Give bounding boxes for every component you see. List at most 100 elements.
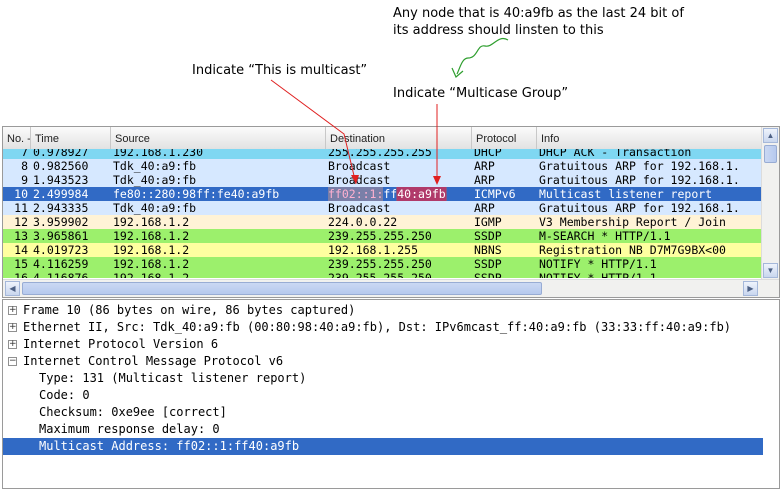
table-cell-destination: 239.255.255.250 <box>328 271 432 278</box>
table-cell-source: 192.168.1.2 <box>113 271 190 278</box>
packet-rows: 7 0.978927 192.168.1.230 255.255.255.255 DHC… <box>3 149 761 278</box>
column-header-source[interactable]: Source <box>111 127 326 149</box>
table-cell-protocol: SSDP <box>474 229 502 243</box>
arrow-up-icon[interactable]: ▲ <box>763 128 778 143</box>
table-cell-destination: Broadcast <box>328 159 391 173</box>
column-header-time[interactable]: Time <box>31 127 111 149</box>
table-row[interactable]: 16 4.116876 192.168.1.2 239.255.255.250 SSDP… <box>3 271 761 278</box>
table-cell-source: Tdk_40:a9:fb <box>113 159 197 173</box>
table-row[interactable]: 15 4.116259 192.168.1.2 239.255.255.250 SSDP… <box>3 257 761 271</box>
table-cell-no: 16 <box>14 271 28 278</box>
table-cell-destination: Broadcast <box>328 173 391 187</box>
packet-list-header: No. - Time Source Destination Protocol I… <box>3 127 761 150</box>
table-cell-time: 4.116259 <box>33 257 89 271</box>
dest-multicast-prefix: ff02::1: <box>328 187 384 201</box>
table-row[interactable]: 14 4.019723 192.168.1.2 192.168.1.255 NBNS Re… <box>3 243 761 257</box>
column-header-destination[interactable]: Destination <box>326 127 472 149</box>
table-cell-source: fe80::280:98ff:fe40:a9fb <box>113 187 280 201</box>
table-row[interactable]: 11 2.943335 Tdk_40:a9:fb Broadcast ARP Gratui… <box>3 201 761 215</box>
table-cell-protocol: ARP <box>474 201 495 215</box>
table-cell-time: 0.978927 <box>33 149 89 159</box>
packet-list-hscrollbar[interactable]: ◀ ▶ <box>3 279 779 297</box>
column-header-no[interactable]: No. - <box>3 127 31 149</box>
detail-line[interactable]: Multicast Address: ff02::1:ff40:a9fb <box>3 438 763 455</box>
table-cell-protocol: SSDP <box>474 257 502 271</box>
arrow-right-icon[interactable]: ▶ <box>743 281 758 296</box>
detail-line[interactable]: + Internet Protocol Version 6 <box>3 336 763 353</box>
minus-icon[interactable]: − <box>8 357 17 366</box>
table-cell-info: Registration NB D7M7G9BX<00 <box>539 243 726 257</box>
table-cell-source: 192.168.1.2 <box>113 229 190 243</box>
table-cell-info: NOTIFY * HTTP/1.1 <box>539 271 657 278</box>
detail-line-text: Type: 131 (Multicast listener report) <box>39 371 307 385</box>
table-cell-time: 4.116876 <box>33 271 89 278</box>
plus-icon[interactable]: + <box>8 323 17 332</box>
packet-detail-pane[interactable]: + Frame 10 (86 bytes on wire, 86 bytes ca… <box>2 299 780 489</box>
table-cell-no: 8 <box>21 159 28 173</box>
detail-line[interactable]: Code: 0 <box>3 387 763 404</box>
plus-icon[interactable]: + <box>8 340 17 349</box>
annotation-group: Indicate “Multicase Group” <box>393 86 569 101</box>
detail-line[interactable]: Maximum response delay: 0 <box>3 421 763 438</box>
table-cell-source: Tdk_40:a9:fb <box>113 173 197 187</box>
table-cell-no: 12 <box>14 215 28 229</box>
detail-line-text: Ethernet II, Src: Tdk_40:a9:fb (00:80:98… <box>23 320 732 334</box>
table-cell-info: Gratuitous ARP for 192.168.1. <box>539 201 740 215</box>
detail-line-text: Maximum response delay: 0 <box>39 422 220 436</box>
table-cell-no: 10 <box>14 187 28 201</box>
detail-line[interactable]: + Ethernet II, Src: Tdk_40:a9:fb (00:80:9… <box>3 319 763 336</box>
table-cell-protocol: IGMP <box>474 215 502 229</box>
vscroll-thumb[interactable] <box>764 145 777 163</box>
detail-line-text: Checksum: 0xe9ee [correct] <box>39 405 227 419</box>
arrow-left-icon[interactable]: ◀ <box>5 281 20 296</box>
detail-line[interactable]: Type: 131 (Multicast listener report) <box>3 370 763 387</box>
table-row[interactable]: 9 1.943523 Tdk_40:a9:fb Broadcast ARP Gratuit… <box>3 173 761 187</box>
table-cell-time: 2.499984 <box>33 187 89 201</box>
table-cell-destination: ff02::1:ff40:a9fb <box>326 187 474 201</box>
table-cell-destination: 239.255.255.250 <box>328 229 432 243</box>
table-cell-source: Tdk_40:a9:fb <box>113 201 197 215</box>
table-cell-protocol: NBNS <box>474 243 502 257</box>
table-row[interactable]: 8 0.982560 Tdk_40:a9:fb Broadcast ARP Gratuit… <box>3 159 761 173</box>
annotation-curve-arrow <box>456 38 509 75</box>
detail-line-text: Multicast Address: ff02::1:ff40:a9fb <box>39 439 300 453</box>
table-cell-info: Multicast listener report <box>539 187 713 201</box>
table-cell-destination: 224.0.0.22 <box>328 215 398 229</box>
table-row[interactable]: 12 3.959902 192.168.1.2 224.0.0.22 IGMP V3 Me… <box>3 215 761 229</box>
table-cell-no: 11 <box>14 201 28 215</box>
table-cell-info: V3 Membership Report / Join <box>539 215 726 229</box>
table-cell-protocol: ARP <box>474 159 495 173</box>
hscroll-thumb[interactable] <box>22 282 542 295</box>
annotation-top-line2: its address should linsten to this <box>393 23 604 38</box>
table-cell-protocol: ARP <box>474 173 495 187</box>
table-cell-source: 192.168.1.2 <box>113 215 190 229</box>
table-cell-destination: 255.255.255.255 <box>328 149 432 159</box>
table-cell-source: 192.168.1.230 <box>113 149 204 159</box>
table-cell-info: M-SEARCH * HTTP/1.1 <box>539 229 671 243</box>
table-row[interactable]: 7 0.978927 192.168.1.230 255.255.255.255 DHC… <box>3 149 761 159</box>
column-header-info[interactable]: Info <box>537 127 761 149</box>
table-cell-protocol: DHCP <box>474 149 502 159</box>
table-cell-time: 1.943523 <box>33 173 89 187</box>
detail-line-text: Code: 0 <box>39 388 90 402</box>
table-row[interactable]: 10 2.499984 fe80::280:98ff:fe40:a9fb ff02::… <box>3 187 761 201</box>
detail-line-text: Frame 10 (86 bytes on wire, 86 bytes cap… <box>23 303 356 317</box>
table-cell-no: 9 <box>21 173 28 187</box>
table-cell-no: 7 <box>21 149 28 159</box>
table-cell-info: NOTIFY * HTTP/1.1 <box>539 257 657 271</box>
table-cell-info: Gratuitous ARP for 192.168.1. <box>539 173 740 187</box>
packet-list-vscrollbar[interactable]: ▲ ▼ <box>761 127 779 279</box>
table-cell-destination: 239.255.255.250 <box>328 257 432 271</box>
arrow-head-icon <box>451 67 464 78</box>
packet-list-pane[interactable]: No. - Time Source Destination Protocol I… <box>2 126 780 298</box>
detail-line[interactable]: + Frame 10 (86 bytes on wire, 86 bytes ca… <box>3 302 763 319</box>
column-header-protocol[interactable]: Protocol <box>472 127 537 149</box>
dest-ff: ff <box>383 187 398 201</box>
plus-icon[interactable]: + <box>8 306 17 315</box>
detail-line[interactable]: Checksum: 0xe9ee [correct] <box>3 404 763 421</box>
table-cell-protocol: SSDP <box>474 271 502 278</box>
detail-line[interactable]: − Internet Control Message Protocol v6 <box>3 353 763 370</box>
table-row[interactable]: 13 3.965861 192.168.1.2 239.255.255.250 SSDP… <box>3 229 761 243</box>
table-cell-destination: Broadcast <box>328 201 391 215</box>
arrow-down-icon[interactable]: ▼ <box>763 263 778 278</box>
